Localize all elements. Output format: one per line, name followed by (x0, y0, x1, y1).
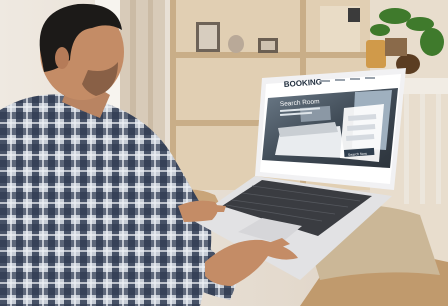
jar (366, 40, 386, 68)
side-table (398, 78, 448, 94)
photo-illustration: BOOKING Search Now Search Room (0, 0, 448, 306)
photo-scene: BOOKING Search Now Search Room (0, 0, 448, 306)
decor-vase (228, 35, 244, 53)
